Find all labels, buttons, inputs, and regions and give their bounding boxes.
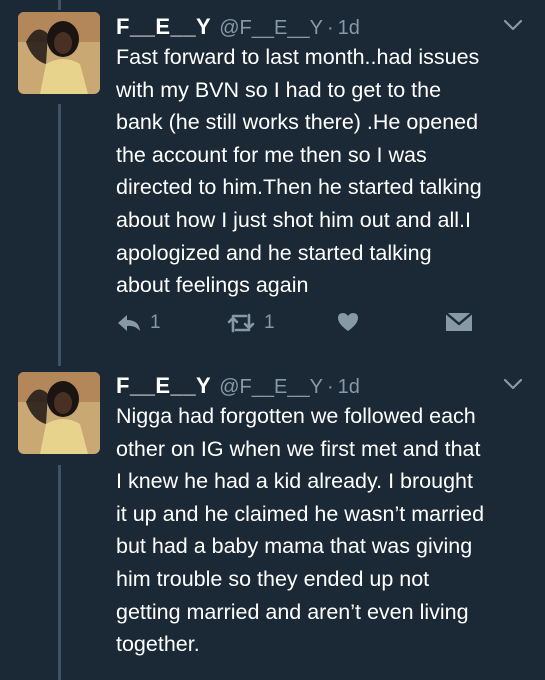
heart-icon — [338, 313, 358, 331]
tweet-text-line: I knew he had a kid already. I brought — [116, 469, 473, 494]
separator: · — [326, 376, 334, 398]
chevron-down-icon[interactable] — [503, 377, 523, 391]
tweet-text-line: Fast forward to last month..had issues — [116, 45, 480, 69]
reply-count: 1 — [150, 312, 161, 333]
retweet-icon — [227, 313, 255, 333]
handle[interactable]: @F__E__Y — [219, 376, 323, 399]
tweet[interactable]: F__E__Y @F__E__Y · 1d Nigga had forgotte… — [0, 360, 545, 680]
tweet-actions: 1 1 — [116, 312, 476, 340]
tweet-text-line: apologized and he started talking — [116, 240, 432, 265]
tweet-header: F__E__Y @F__E__Y · 1d — [116, 14, 527, 42]
timestamp[interactable]: 1d — [338, 376, 360, 399]
tweet-text-line: the account for me then so I was — [116, 142, 427, 167]
chevron-down-icon[interactable] — [503, 18, 523, 32]
display-name[interactable]: F__E__Y — [116, 373, 211, 399]
tweet-text-line: directed to him.Then he started talking — [116, 175, 482, 200]
tweet-text-line: together. — [116, 632, 200, 657]
tweet[interactable]: F__E__Y @F__E__Y · 1d Fast forward to la… — [0, 0, 545, 360]
tweet-text-line: about how I just shot him out and all.I — [116, 207, 471, 232]
tweet-text: Nigga had forgotten we followed each oth… — [116, 400, 536, 661]
retweet-count: 1 — [264, 312, 275, 333]
timestamp[interactable]: 1d — [338, 17, 360, 40]
tweet-text-line: it up and he claimed he wasn’t married — [116, 501, 485, 526]
tweet-text-line: about feelings again — [116, 273, 309, 298]
tweet-text-line: with my BVN so I had to get to the — [116, 77, 442, 102]
handle[interactable]: @F__E__Y — [219, 17, 323, 40]
tweet-text-line: getting married and aren’t even living — [116, 599, 469, 624]
display-name[interactable]: F__E__Y — [116, 14, 211, 40]
retweet-button[interactable]: 1 — [226, 312, 275, 334]
avatar[interactable] — [18, 12, 100, 94]
tweet-text-line: Nigga had forgotten we followed each — [116, 404, 476, 428]
tweet-text: Fast forward to last month..had issues w… — [116, 41, 536, 302]
reply-icon — [118, 315, 140, 331]
like-button[interactable] — [337, 312, 359, 332]
tweet-header: F__E__Y @F__E__Y · 1d — [116, 373, 527, 401]
separator: · — [326, 17, 334, 39]
tweet-text-line: but had a baby mama that was giving — [116, 534, 473, 559]
avatar[interactable] — [18, 372, 100, 454]
direct-message-button[interactable] — [445, 312, 473, 332]
reply-button[interactable]: 1 — [116, 312, 161, 334]
tweet-text-line: bank (he still works there) .He opened — [116, 110, 479, 135]
envelope-icon — [445, 312, 473, 331]
tweet-text-line: him trouble so they ended up not — [116, 566, 430, 591]
tweet-text-line: other on IG when we first met and that — [116, 436, 481, 461]
